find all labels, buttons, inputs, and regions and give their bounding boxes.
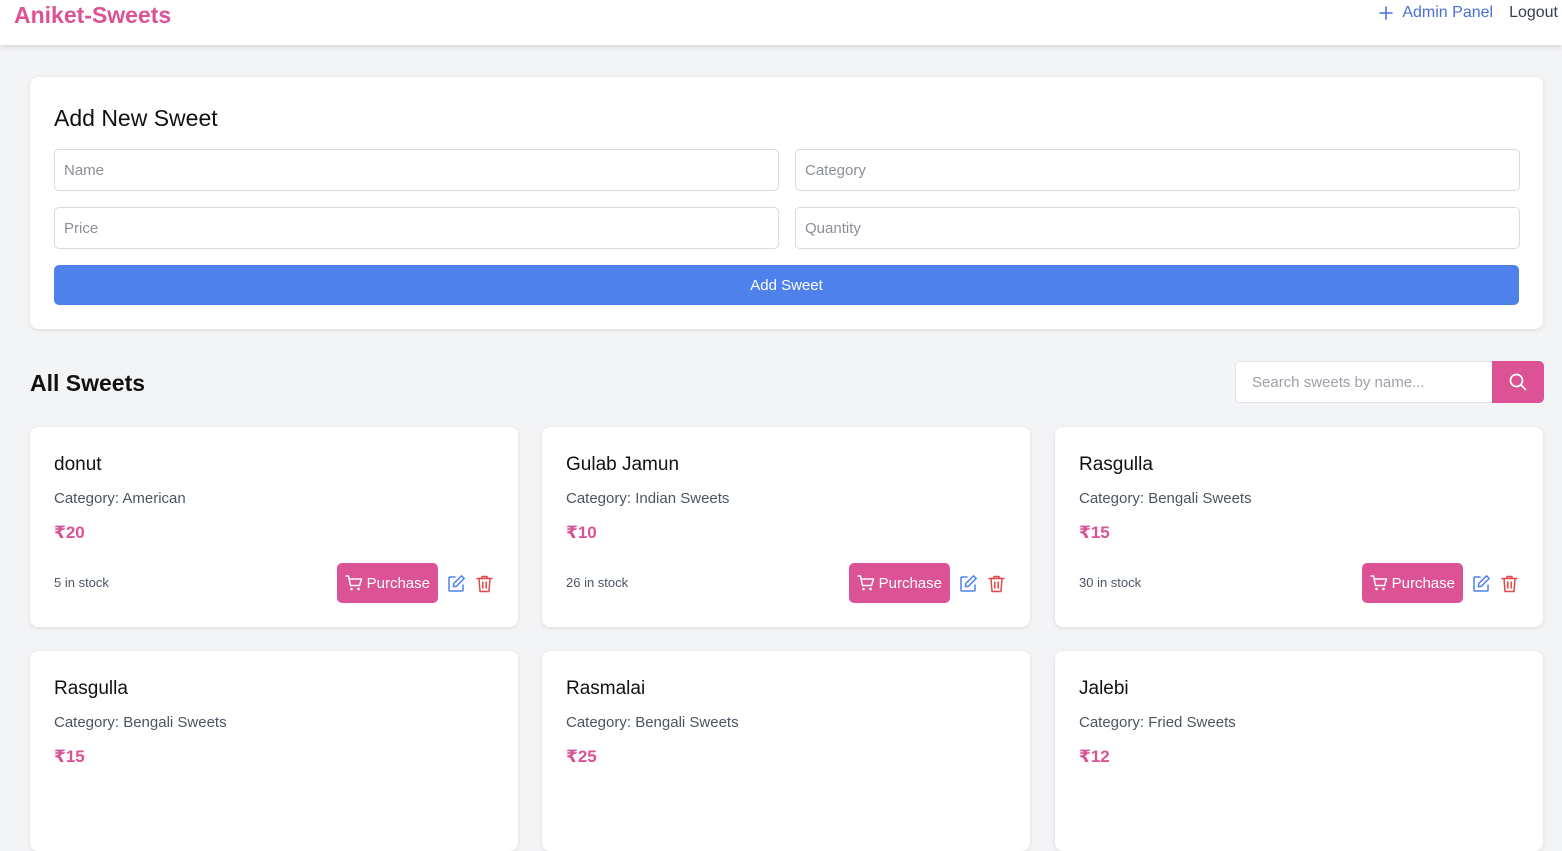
all-sweets-title: All Sweets <box>30 370 146 396</box>
sweet-name: Rasgulla <box>54 678 128 699</box>
edit-button[interactable] <box>959 574 978 593</box>
sweet-name: Rasgulla <box>1079 454 1153 475</box>
search-icon <box>1509 373 1527 391</box>
category-input[interactable] <box>795 149 1520 191</box>
purchase-label: Purchase <box>1391 574 1455 592</box>
purchase-button[interactable]: Purchase <box>848 563 950 603</box>
admin-panel-link[interactable]: Admin Panel <box>1379 4 1493 22</box>
sweet-price: ₹12 <box>1079 747 1110 766</box>
sweet-category: Category: Bengali Sweets <box>566 714 739 731</box>
edit-icon <box>960 574 977 592</box>
sweet-name: donut <box>54 454 102 475</box>
purchase-button[interactable]: Purchase <box>336 563 438 603</box>
sweet-card: donut Category: American ₹20 5 in stock … <box>30 427 518 627</box>
quantity-input[interactable] <box>795 207 1520 249</box>
card-actions: Purchase <box>1361 563 1519 603</box>
search-input[interactable] <box>1235 361 1492 403</box>
sweet-price: ₹10 <box>566 523 597 542</box>
sweet-category: Category: American <box>54 490 186 507</box>
purchase-button[interactable]: Purchase <box>1361 563 1463 603</box>
brand-logo[interactable]: Aniket-Sweets <box>14 2 171 29</box>
sweet-name: Jalebi <box>1079 678 1129 699</box>
edit-button[interactable] <box>1472 574 1491 593</box>
trash-icon <box>988 575 1005 592</box>
sweet-name: Gulab Jamun <box>566 454 680 475</box>
logout-link[interactable]: Logout <box>1509 4 1558 22</box>
price-input[interactable] <box>54 207 779 249</box>
sweet-card: Gulab Jamun Category: Indian Sweets ₹10 … <box>542 427 1030 627</box>
sweet-card: Jalebi Category: Fried Sweets ₹12 <box>1055 651 1543 851</box>
purchase-label: Purchase <box>878 574 942 592</box>
sweet-stock: 26 in stock <box>566 575 629 590</box>
card-actions: Purchase <box>336 563 494 603</box>
add-sweet-button[interactable]: Add Sweet <box>54 265 1519 305</box>
search-bar <box>1235 361 1544 403</box>
admin-panel-label: Admin Panel <box>1402 4 1494 21</box>
sweet-category: Category: Indian Sweets <box>566 490 730 507</box>
sweet-card: Rasgulla Category: Bengali Sweets ₹15 <box>30 651 518 851</box>
trash-icon <box>1501 575 1518 592</box>
card-actions: Purchase <box>848 563 1006 603</box>
edit-button[interactable] <box>447 574 466 593</box>
sweet-price: ₹15 <box>54 747 85 766</box>
navbar: Aniket-Sweets Admin Panel Logout <box>0 0 1562 45</box>
sweet-stock: 30 in stock <box>1079 575 1142 590</box>
nav-links: Admin Panel Logout <box>1379 4 1558 22</box>
cart-icon <box>1369 575 1387 591</box>
edit-icon <box>1473 574 1490 592</box>
delete-button[interactable] <box>987 574 1006 593</box>
sweet-card: Rasgulla Category: Bengali Sweets ₹15 30… <box>1055 427 1543 627</box>
name-input[interactable] <box>54 149 779 191</box>
purchase-label: Purchase <box>366 574 430 592</box>
cart-icon <box>344 575 362 591</box>
trash-icon <box>476 575 493 592</box>
edit-icon <box>448 574 465 592</box>
cart-icon <box>856 575 874 591</box>
delete-button[interactable] <box>1500 574 1519 593</box>
sweet-name: Rasmalai <box>566 678 646 699</box>
sweet-card: Rasmalai Category: Bengali Sweets ₹25 <box>542 651 1030 851</box>
sweet-category: Category: Bengali Sweets <box>54 714 227 731</box>
sweet-stock: 5 in stock <box>54 575 109 590</box>
delete-button[interactable] <box>475 574 494 593</box>
sweet-price: ₹25 <box>566 747 597 766</box>
sweet-category: Category: Fried Sweets <box>1079 714 1236 731</box>
add-sweet-panel: Add New Sweet Add Sweet <box>30 77 1543 329</box>
plus-icon <box>1379 6 1394 20</box>
sweet-price: ₹15 <box>1079 523 1110 542</box>
search-button[interactable] <box>1492 361 1544 403</box>
sweet-category: Category: Bengali Sweets <box>1079 490 1252 507</box>
add-sweet-title: Add New Sweet <box>54 105 218 131</box>
sweet-price: ₹20 <box>54 523 85 542</box>
